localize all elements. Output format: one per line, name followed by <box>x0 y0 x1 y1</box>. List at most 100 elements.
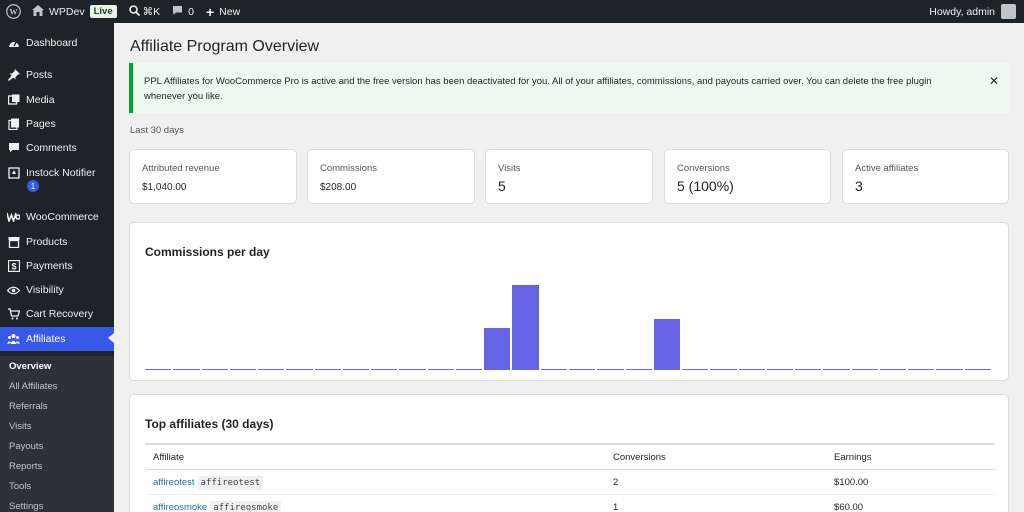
affiliates-submenu: Overview All Affiliates Referrals Visits… <box>0 356 114 512</box>
stat-label: Conversions <box>677 163 730 174</box>
chart-bar-zero <box>908 369 935 370</box>
column-header-earnings: Earnings <box>834 452 872 463</box>
dashboard-icon <box>7 37 20 50</box>
new-label: New <box>219 5 241 18</box>
notice-text: PPL Affiliates for WooCommerce Pro is ac… <box>144 76 932 102</box>
search-shortcut: ⌘K <box>142 5 161 18</box>
wordpress-logo-icon[interactable]: W <box>0 0 26 23</box>
sidebar-item-media[interactable]: Media <box>0 89 114 111</box>
top-affiliates-table: Affiliate Conversions Earnings affireote… <box>145 443 996 512</box>
svg-text:$: $ <box>11 262 16 272</box>
stat-value: 5 (100%) <box>677 178 734 194</box>
top-affiliates-panel: Top affiliates (30 days) Affiliate Conve… <box>129 394 1009 512</box>
sidebar-item-payments[interactable]: $ Payments <box>0 255 114 277</box>
stat-label: Visits <box>498 163 521 174</box>
chart-bar <box>653 319 681 370</box>
sidebar-item-label: Pages <box>26 118 56 130</box>
sidebar-item-label: Comments <box>26 142 77 154</box>
sidebar-item-visibility[interactable]: Visibility <box>0 279 114 301</box>
notification-count-badge: 1 <box>27 180 39 192</box>
sidebar-item-dashboard[interactable]: Dashboard <box>0 32 114 54</box>
home-icon <box>32 4 44 19</box>
sidebar-item-posts[interactable]: Posts <box>0 64 114 86</box>
top-affiliates-title: Top affiliates (30 days) <box>145 417 274 431</box>
cart-icon <box>7 308 20 321</box>
sidebar-item-affiliates[interactable]: Affiliates <box>0 327 114 351</box>
affiliate-link[interactable]: affireotest <box>153 477 195 488</box>
chart-bar-zero <box>427 369 454 370</box>
conversions-cell: 1 <box>613 502 619 512</box>
submenu-reports[interactable]: Reports <box>9 461 42 472</box>
box-icon <box>7 236 20 249</box>
sidebar-item-label: Affiliates <box>26 333 66 345</box>
commissions-chart-panel: Commissions per day <box>129 222 1009 381</box>
sidebar-item-label: Dashboard <box>26 37 78 49</box>
submenu-tools[interactable]: Tools <box>9 481 31 492</box>
plus-icon: + <box>205 3 215 20</box>
submenu-visits[interactable]: Visits <box>9 421 32 432</box>
comments-link[interactable]: 0 <box>166 0 200 23</box>
payment-icon: $ <box>7 260 20 273</box>
chart-bar-zero <box>851 369 878 370</box>
sidebar-item-label: Products <box>26 236 68 248</box>
live-badge: Live <box>89 5 117 18</box>
sidebar-item-products[interactable]: Products <box>0 231 114 253</box>
greeting: Howdy, admin <box>929 5 995 18</box>
chart-bar-zero <box>597 369 624 370</box>
account-menu[interactable]: Howdy, admin <box>929 4 1024 19</box>
chart-bar-zero <box>738 369 765 370</box>
chart-bar-zero <box>371 369 398 370</box>
sidebar-item-label: Visibility <box>26 284 64 296</box>
affiliate-link[interactable]: affireosmoke <box>153 502 207 512</box>
sidebar-item-label: Payments <box>26 260 73 272</box>
submenu-payouts[interactable]: Payouts <box>9 441 43 452</box>
submenu-overview[interactable]: Overview <box>9 361 51 372</box>
chart-bar-zero <box>540 369 567 370</box>
stat-label: Commissions <box>320 163 378 174</box>
stat-label: Active affiliates <box>855 163 919 174</box>
affiliate-cell: affireosmoke affireosmoke <box>153 501 282 512</box>
sidebar-item-label: Instock Notifier <box>26 167 96 179</box>
sidebar-item-pages[interactable]: Pages <box>0 113 114 135</box>
sidebar-item-label: WooCommerce <box>26 211 99 223</box>
submenu-referrals[interactable]: Referrals <box>9 401 48 412</box>
avatar <box>1001 4 1016 19</box>
admin-bar: W WPDev Live ⌘K 0 + New Howdy, admin <box>0 0 1024 23</box>
chart-bar-zero <box>710 369 737 370</box>
stat-card-visits: Visits 5 <box>485 149 653 204</box>
sidebar-item-woocommerce[interactable]: WooCommerce <box>0 206 114 228</box>
eye-icon <box>7 284 20 297</box>
stat-label: Attributed revenue <box>142 163 220 174</box>
stat-card-commissions: Commissions $208.00 <box>307 149 475 204</box>
sidebar-item-label: Posts <box>26 69 53 81</box>
chart-bar-zero <box>766 369 794 370</box>
success-notice: PPL Affiliates for WooCommerce Pro is ac… <box>129 63 1009 113</box>
chart-bar-zero <box>258 369 285 370</box>
sidebar-item-comments[interactable]: Comments <box>0 137 114 159</box>
svg-text:W: W <box>9 8 18 17</box>
admin-sidebar: Dashboard Posts Media Pages Comments Ins… <box>0 23 114 512</box>
period-label: Last 30 days <box>130 125 184 136</box>
chart-bar-zero <box>145 369 172 370</box>
pin-icon <box>7 69 20 82</box>
site-name-link[interactable]: WPDev Live <box>26 0 123 23</box>
command-search[interactable]: ⌘K <box>123 0 167 23</box>
chart-bar-zero <box>936 369 963 370</box>
search-icon <box>128 4 140 19</box>
sidebar-item-instock-notifier[interactable]: Instock Notifier <box>0 162 114 184</box>
chart-bar-zero <box>342 369 370 370</box>
chart-bar-zero <box>399 369 426 370</box>
submenu-settings[interactable]: Settings <box>9 501 43 512</box>
site-name: WPDev <box>49 5 85 18</box>
submenu-all-affiliates[interactable]: All Affiliates <box>9 381 57 392</box>
chart-bar-zero <box>964 369 991 370</box>
affiliate-code: affireosmoke <box>210 501 282 512</box>
chart-bar <box>512 285 539 370</box>
pages-icon <box>7 118 20 131</box>
sidebar-item-cart-recovery[interactable]: Cart Recovery <box>0 303 114 325</box>
earnings-cell: $60.00 <box>834 502 864 512</box>
close-icon[interactable]: ✕ <box>989 74 999 89</box>
stat-value: $208.00 <box>320 182 357 193</box>
new-content-link[interactable]: + New <box>200 0 246 23</box>
stat-card-conversions: Conversions 5 (100%) <box>664 149 831 204</box>
